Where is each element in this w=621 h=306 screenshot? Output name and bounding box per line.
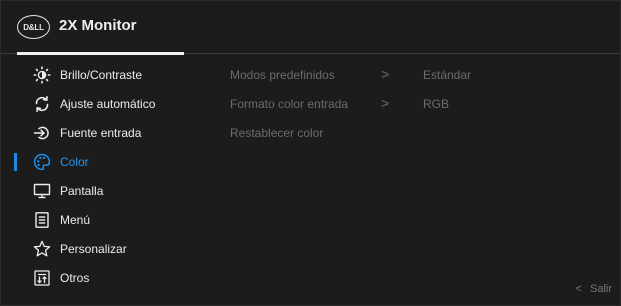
menu-item-label: Fuente entrada — [60, 126, 142, 140]
menu-item-label: Brillo/Contraste — [60, 68, 143, 82]
exit-button[interactable]: < Salir — [576, 283, 612, 295]
menu-item-auto-adjust[interactable]: Ajuste automático — [1, 92, 211, 116]
osd-window: D&LL 2X Monitor Brillo/Contraste Ajuste … — [0, 0, 621, 306]
chevron-right-icon: > — [381, 66, 390, 82]
submenu-item-label: Restablecer color — [230, 126, 324, 140]
menu-item-others[interactable]: Otros — [1, 266, 211, 290]
exit-label: Salir — [589, 283, 612, 295]
menu-item-display[interactable]: Pantalla — [1, 179, 211, 203]
menu-item-personalize[interactable]: Personalizar — [1, 237, 211, 261]
menu-item-brightness-contrast[interactable]: Brillo/Contraste — [1, 63, 211, 87]
chevron-left-icon: < — [575, 283, 582, 295]
brightness-icon — [33, 66, 51, 84]
submenu-item-value: Estándar — [423, 68, 472, 82]
auto-adjust-icon — [33, 95, 51, 113]
osd-title: 2X Monitor — [59, 17, 137, 34]
star-icon — [33, 240, 51, 258]
menu-item-input-source[interactable]: Fuente entrada — [1, 121, 211, 145]
menu-item-label: Otros — [60, 271, 90, 285]
input-source-icon — [33, 124, 51, 142]
menu-list-icon — [33, 211, 51, 229]
submenu-item-input-color-format[interactable]: Formato color entrada > RGB — [230, 92, 610, 116]
others-icon — [33, 269, 51, 287]
chevron-right-icon: > — [381, 95, 390, 111]
submenu-item-preset-modes[interactable]: Modos predefinidos > Estándar — [230, 63, 610, 87]
menu-item-label: Personalizar — [60, 242, 127, 256]
osd-header: D&LL 2X Monitor — [1, 1, 620, 53]
submenu-item-label: Modos predefinidos — [230, 68, 335, 82]
submenu-item-value: RGB — [423, 97, 450, 111]
menu-item-menu[interactable]: Menú — [1, 208, 211, 232]
selection-indicator — [14, 153, 17, 171]
display-icon — [33, 182, 51, 200]
header-divider-highlight — [17, 52, 184, 55]
submenu-item-label: Formato color entrada — [230, 97, 349, 111]
palette-icon — [33, 153, 51, 171]
menu-item-label: Menú — [60, 213, 91, 227]
menu-item-color[interactable]: Color — [1, 150, 211, 174]
menu-item-label: Pantalla — [60, 184, 104, 198]
menu-item-label: Color — [60, 155, 89, 169]
submenu-item-reset-color[interactable]: Restablecer color — [230, 121, 610, 145]
dell-logo: D&LL — [17, 15, 50, 39]
menu-item-label: Ajuste automático — [60, 97, 156, 111]
